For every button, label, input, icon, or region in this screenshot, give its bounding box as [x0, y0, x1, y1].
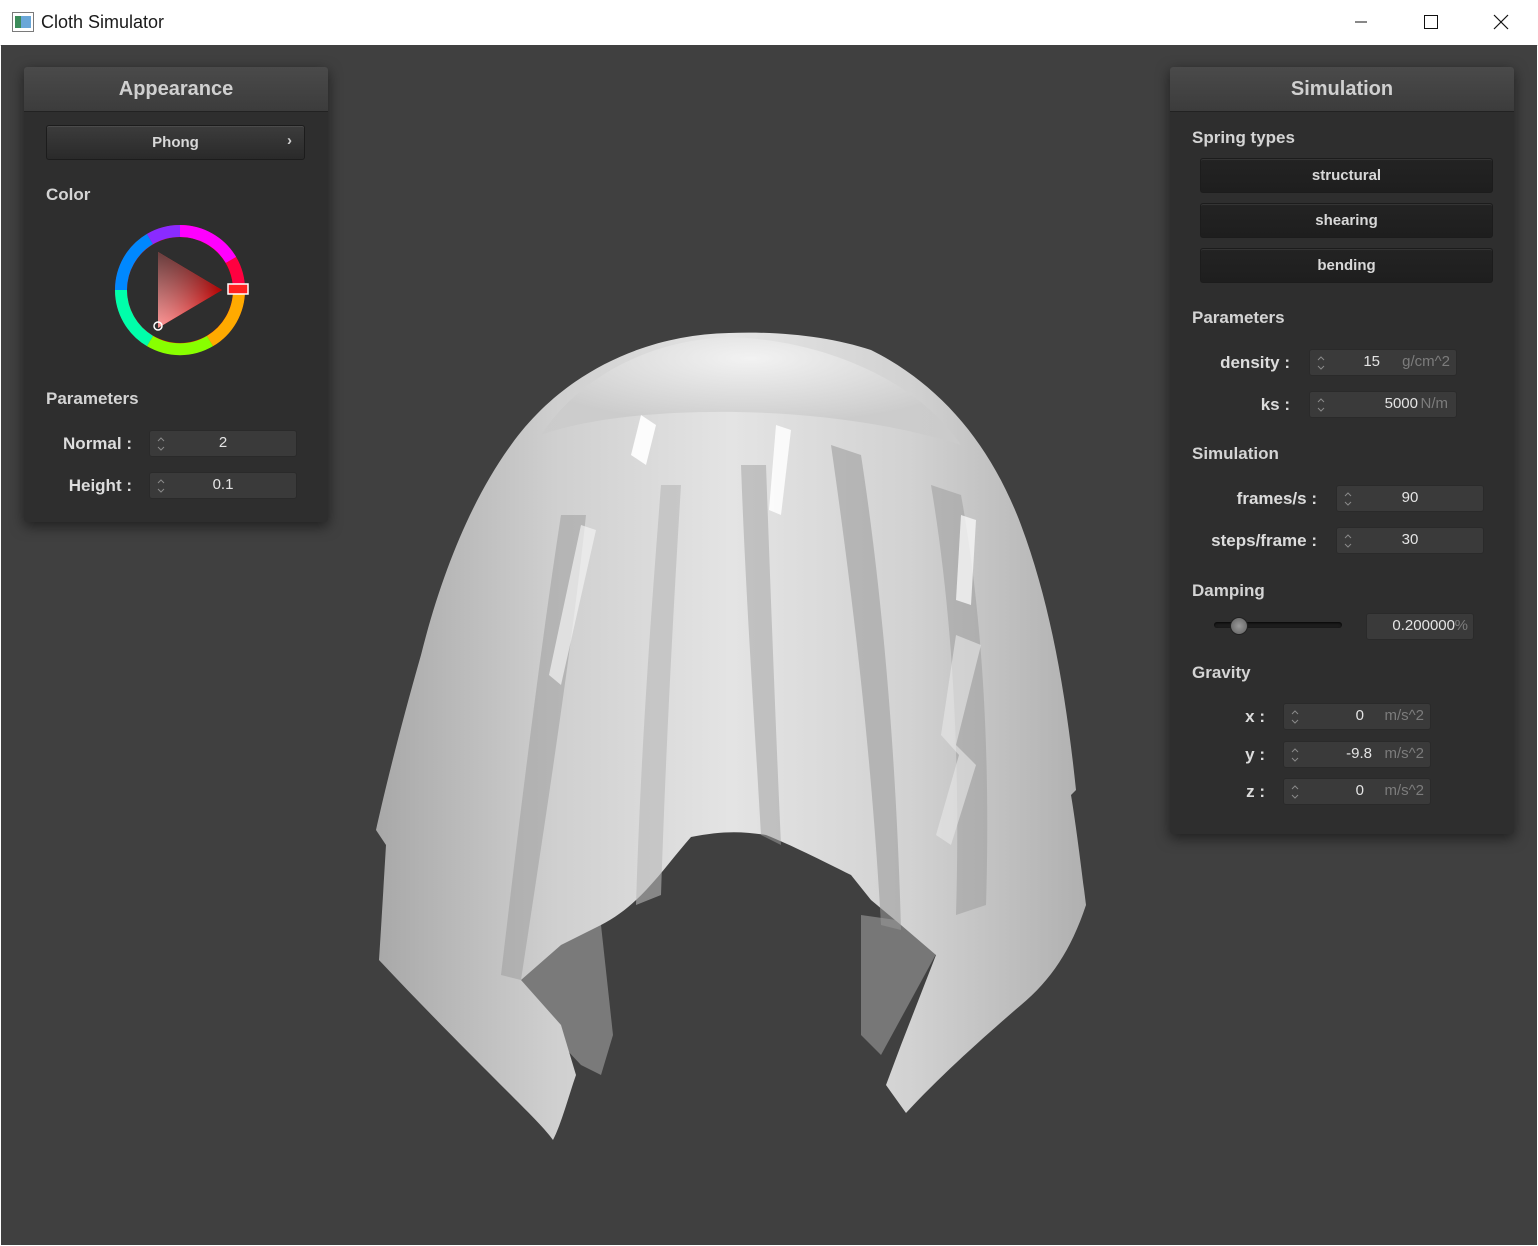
damping-slider-handle[interactable] — [1230, 617, 1248, 635]
gravity-z-stepper[interactable]: 0 m/s^2 — [1283, 778, 1431, 805]
gravity-x-stepper[interactable]: 0 m/s^2 — [1283, 703, 1431, 730]
window-title: Cloth Simulator — [41, 12, 165, 32]
simulation-panel-title: Simulation — [1290, 78, 1394, 100]
gravity-z-label: z : — [1246, 782, 1265, 801]
appearance-panel-header[interactable]: Appearance — [24, 67, 328, 112]
shader-select-button[interactable]: Phong › — [46, 125, 305, 160]
bending-label: bending — [1317, 257, 1376, 274]
structural-toggle[interactable]: structural — [1200, 158, 1493, 193]
fps-value: 90 — [1401, 489, 1419, 506]
normal-value: 2 — [218, 434, 228, 451]
appearance-panel: Appearance Phong › Color Parameters Norm… — [24, 67, 328, 522]
steps-label: steps/frame : — [1211, 531, 1317, 550]
spin-arrows-icon[interactable] — [1290, 782, 1300, 802]
app-icon — [12, 12, 34, 32]
fps-label: frames/s : — [1236, 489, 1317, 508]
minimize-icon — [1355, 21, 1367, 23]
gravity-label: Gravity — [1192, 663, 1251, 682]
shearing-label: shearing — [1315, 212, 1378, 229]
gravity-z-unit: m/s^2 — [1384, 782, 1424, 799]
gravity-x-label: x : — [1245, 707, 1265, 726]
height-stepper[interactable]: 0.1 — [149, 472, 297, 499]
gravity-y-unit: m/s^2 — [1384, 745, 1424, 762]
density-stepper[interactable]: 15 g/cm^2 — [1309, 349, 1457, 376]
gravity-y-value: -9.8 — [1346, 745, 1372, 762]
gravity-z-value: 0 — [1355, 782, 1364, 799]
color-group-label: Color — [46, 185, 91, 204]
sim-parameters-label: Parameters — [1192, 308, 1285, 327]
spin-arrows-icon[interactable] — [1316, 395, 1326, 415]
gravity-y-stepper[interactable]: -9.8 m/s^2 — [1283, 741, 1431, 768]
gravity-y-label: y : — [1245, 745, 1265, 764]
minimize-button[interactable] — [1326, 0, 1396, 45]
ks-stepper[interactable]: 5000 N/m — [1309, 391, 1457, 418]
spin-arrows-icon[interactable] — [1316, 353, 1326, 373]
fps-stepper[interactable]: 90 — [1336, 485, 1484, 512]
steps-stepper[interactable]: 30 — [1336, 527, 1484, 554]
damping-label: Damping — [1192, 581, 1265, 600]
damping-field[interactable]: 0.200000 % — [1366, 613, 1474, 640]
density-unit: g/cm^2 — [1402, 353, 1450, 370]
damping-unit: % — [1454, 617, 1468, 634]
close-icon — [1493, 14, 1509, 30]
appearance-panel-title: Appearance — [118, 78, 234, 100]
color-wheel[interactable] — [110, 220, 250, 360]
simulation-group-label: Simulation — [1192, 444, 1279, 463]
appearance-parameters-label: Parameters — [46, 389, 139, 408]
gravity-x-unit: m/s^2 — [1384, 707, 1424, 724]
spin-arrows-icon[interactable] — [1290, 707, 1300, 727]
density-label: density : — [1220, 353, 1290, 372]
ks-unit: N/m — [1420, 395, 1449, 412]
normal-label: Normal : — [63, 434, 132, 453]
height-label: Height : — [68, 476, 132, 495]
steps-value: 30 — [1401, 531, 1419, 548]
normal-stepper[interactable]: 2 — [149, 430, 297, 457]
gravity-x-value: 0 — [1355, 707, 1364, 724]
close-button[interactable] — [1466, 0, 1536, 45]
bending-toggle[interactable]: bending — [1200, 248, 1493, 283]
simulation-panel-header[interactable]: Simulation — [1170, 67, 1514, 112]
height-value: 0.1 — [212, 476, 234, 493]
maximize-icon — [1424, 15, 1438, 29]
spring-types-label: Spring types — [1192, 128, 1295, 147]
damping-value: 0.200000 — [1392, 617, 1455, 634]
maximize-button[interactable] — [1396, 0, 1466, 45]
structural-label: structural — [1311, 167, 1382, 184]
density-value: 15 — [1363, 353, 1380, 370]
simulation-panel: Simulation Spring types structural shear… — [1170, 67, 1514, 834]
shader-select-label: Phong — [152, 134, 199, 151]
title-bar: Cloth Simulator — [0, 0, 1538, 46]
ks-value: 5000 — [1384, 395, 1418, 412]
spin-arrows-icon[interactable] — [1290, 745, 1300, 765]
ks-label: ks : — [1260, 395, 1290, 414]
shearing-toggle[interactable]: shearing — [1200, 203, 1493, 238]
chevron-right-icon: › — [287, 132, 292, 149]
